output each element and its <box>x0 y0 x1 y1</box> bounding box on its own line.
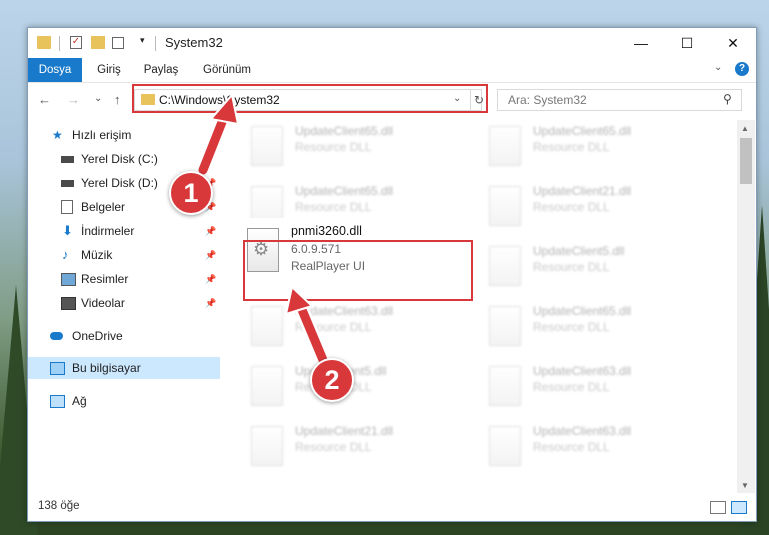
arrow-2 <box>284 285 330 367</box>
step-badge-1: 1 <box>169 171 213 215</box>
arrow-1 <box>196 92 240 177</box>
step-badge-2: 2 <box>310 358 354 402</box>
annotation-arrows <box>196 92 330 367</box>
